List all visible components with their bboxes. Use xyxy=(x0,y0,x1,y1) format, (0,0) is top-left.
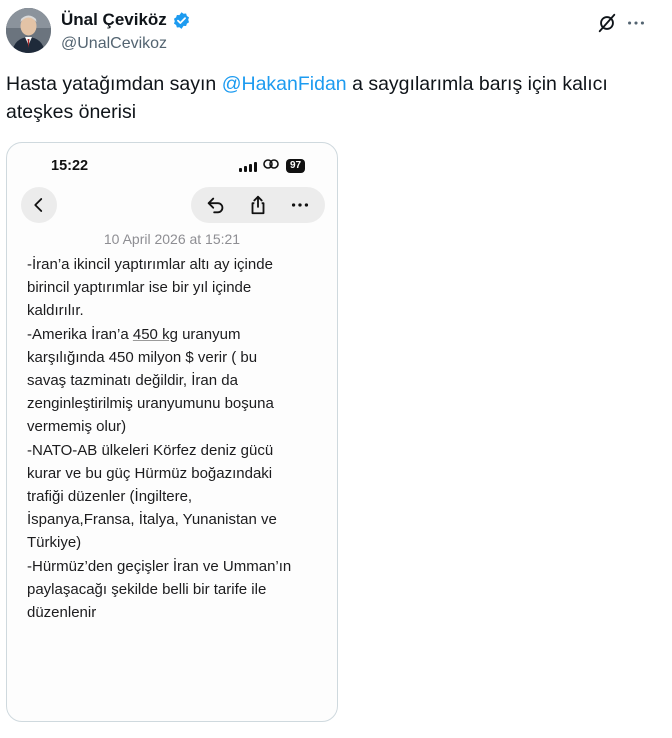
note-line: karşılığında 450 milyon $ verir ( bu xyxy=(27,346,327,369)
note-line: zenginleştirilmiş uranyumunu boşuna xyxy=(27,392,327,415)
note-text: düzenlenir xyxy=(27,604,97,622)
author-name-row: Ünal Çeviköz xyxy=(61,10,191,30)
ellipsis-icon[interactable] xyxy=(287,192,313,218)
note-text: birincil yaptırımlar ise bir yıl içinde xyxy=(27,279,252,297)
share-icon[interactable] xyxy=(245,192,271,218)
note-line: Türkiye) xyxy=(27,531,327,554)
author-handle[interactable]: @UnalCevikoz xyxy=(61,35,167,53)
chevron-left-icon xyxy=(34,198,43,212)
back-button[interactable] xyxy=(21,187,57,223)
author-avatar[interactable] xyxy=(6,8,51,53)
note-line: -NATO-AB ülkeleri Körfez deniz gücü xyxy=(27,439,327,462)
note-line: trafiği düzenler (İngiltere, xyxy=(27,485,327,508)
note-line: -İran’a ikincil yaptırımlar altı ay için… xyxy=(27,253,327,276)
note-text: -NATO-AB ülkeleri Körfez deniz gücü xyxy=(27,441,274,459)
mention-link[interactable]: @HakanFidan xyxy=(222,73,347,95)
status-bar-time: 15:22 xyxy=(51,158,89,174)
note-line: vermemiş olur) xyxy=(27,415,327,438)
note-text: karşılığında 450 milyon $ verir ( bu xyxy=(27,348,258,366)
note-line: İspanya,Fransa, İtalya, Yunanistan ve xyxy=(27,508,327,531)
note-date: 10 April 2026 at 15:21 xyxy=(103,231,241,247)
note-line: savaş tazminatı değildir, İran da xyxy=(27,369,327,392)
note-line: -Hürmüz’den geçişler İran ve Umman’ın xyxy=(27,555,327,578)
note-text: kaldırılır. xyxy=(27,302,84,320)
note-text: trafiği düzenler (İngiltere, xyxy=(27,488,193,506)
note-text: Türkiye) xyxy=(27,534,82,552)
note-text: -İran’a ikincil yaptırımlar altı ay için… xyxy=(27,256,273,273)
tweet-text-part: Hasta yatağımdan sayın xyxy=(6,73,222,95)
note-text: savaş tazminatı değildir, İran da xyxy=(27,372,238,390)
note-actions-pill xyxy=(191,187,325,223)
note-text: zenginleştirilmiş uranyumunu boşuna xyxy=(27,395,274,413)
note-line: birincil yaptırımlar ise bir yıl içinde xyxy=(27,276,327,299)
tweet-text: Hasta yatağımdan sayın @HakanFidan a say… xyxy=(6,70,646,126)
undo-icon[interactable] xyxy=(203,192,229,218)
note-text: -Amerika İran’a xyxy=(27,325,133,343)
note-text: kurar ve bu güç Hürmüz boğazındaki xyxy=(27,464,273,482)
note-body: -İran’a ikincil yaptırımlar altı ay için… xyxy=(27,253,327,624)
note-line: paylaşacağı şekilde belli bir tarife ile xyxy=(27,578,327,601)
note-text: paylaşacağı şekilde belli bir tarife ile xyxy=(27,580,267,598)
note-text: vermemiş olur) xyxy=(27,418,127,436)
battery-indicator: 97 xyxy=(286,159,306,173)
status-bar-icons: 97 xyxy=(239,157,306,175)
note-line: kurar ve bu güç Hürmüz boğazındaki xyxy=(27,462,327,485)
note-line: kaldırılır. xyxy=(27,299,327,322)
tweet-media-image[interactable]: 15:22 97 10 April 2026 at 15:21 -İran’a … xyxy=(6,142,338,722)
more-icon[interactable] xyxy=(625,12,647,34)
verified-badge-icon xyxy=(172,11,191,30)
signal-icon xyxy=(239,161,257,172)
link-icon xyxy=(263,157,280,175)
note-text: uranyum xyxy=(177,325,241,343)
author-display-name[interactable]: Ünal Çeviköz xyxy=(61,10,167,30)
note-line: düzenlenir xyxy=(27,601,327,624)
note-line: -Amerika İran’a 450 kg uranyum xyxy=(27,323,327,346)
grok-icon[interactable] xyxy=(596,12,618,34)
note-text: 450 kg xyxy=(132,325,178,343)
note-text: İspanya,Fransa, İtalya, Yunanistan ve xyxy=(27,511,277,529)
avatar-image xyxy=(6,8,51,53)
note-text: -Hürmüz’den geçişler İran ve Umman’ın xyxy=(27,557,292,575)
